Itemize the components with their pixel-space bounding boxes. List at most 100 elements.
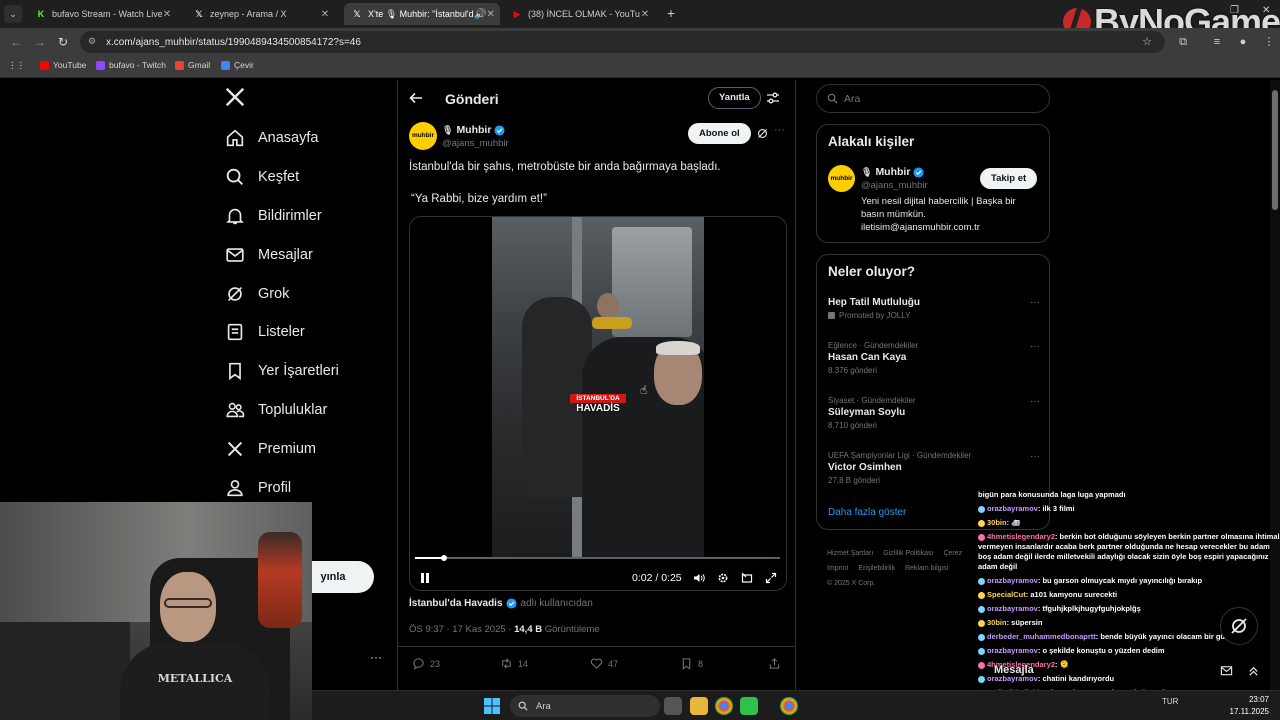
nav-communities[interactable]: Topluluklar [224,398,327,422]
chat-username[interactable]: 4hmetislegendary2 [987,532,1055,541]
fullscreen-icon[interactable] [765,572,777,584]
docking-icon[interactable] [741,572,753,584]
back-button[interactable]: ← [8,34,24,50]
chrome-icon[interactable] [780,697,798,715]
more-options-icon[interactable]: ··· [1030,341,1040,352]
chat-username[interactable]: 30bin [987,518,1007,527]
browser-tab[interactable]: ▶ (38) İNCEL OLMAK - YouTube ✕ [504,3,656,25]
repost-action[interactable]: 14 [500,657,528,670]
more-options-icon[interactable]: ··· [1030,297,1040,308]
close-icon[interactable]: ✕ [162,9,172,20]
nav-profile[interactable]: Profil [224,476,291,500]
chrome-icon[interactable] [715,697,733,715]
chevron-up-icon[interactable] [1247,664,1260,677]
show-more-link[interactable]: Daha fazla göster [828,507,906,518]
more-options-icon[interactable]: ··· [1030,396,1040,407]
tray-language[interactable]: TUR [1162,697,1178,706]
task-view-icon[interactable] [664,697,682,715]
sliders-icon[interactable] [766,91,780,105]
video-source[interactable]: İstanbul'da Havadis adlı kullanıcıdan [409,598,593,609]
browser-tab-active[interactable]: 𝕏 X'te 🎙 Muhbir: "İstanbul'd 🔊✕ [344,3,500,25]
browser-tab[interactable]: 𝕏 zeynep - Arama / X ✕ [186,3,336,25]
close-icon[interactable]: ✕ [640,9,650,20]
nav-premium[interactable]: Premium [224,437,316,461]
chat-username[interactable]: 30bin [987,618,1007,627]
close-icon[interactable]: ✕ [320,9,330,20]
footer-link[interactable]: Çerez [943,550,962,557]
bookmark-youtube[interactable]: YouTube [40,60,86,70]
extensions-icon[interactable]: ⧉ [1176,35,1190,49]
apps-icon[interactable]: ⋮⋮ [8,60,25,71]
nav-lists[interactable]: Listeler [224,320,305,344]
reply-button[interactable]: Yanıtla [708,87,761,109]
grok-floating-button[interactable] [1220,607,1258,645]
nav-explore[interactable]: Keşfet [224,165,299,189]
scrollbar-thumb[interactable] [1272,90,1278,210]
forward-button[interactable]: → [32,34,48,50]
avatar[interactable]: muhbir [828,165,855,192]
pause-icon[interactable] [419,572,431,584]
close-icon[interactable]: 🔊✕ [474,9,495,20]
site-info-icon[interactable]: ⚙ [88,36,100,48]
bookmark-action[interactable]: 8 [680,657,703,670]
volume-icon[interactable] [693,572,705,584]
footer-link[interactable]: Erişilebilirlik [858,565,895,572]
messages-drawer[interactable]: Mesajla [994,656,1260,684]
taskbar-search[interactable]: Ara [510,695,660,717]
trend-item[interactable]: Eğlence · Gündemdekiler Hasan Can Kaya 8… [828,341,1040,375]
footer-link[interactable]: Gizlilik Politikası [883,550,933,557]
more-options-icon[interactable]: ··· [1030,451,1040,462]
video-player[interactable]: İSTANBUL'DA HAVADİS ☝ 0:02 / 0:25 [409,216,787,591]
nav-home[interactable]: Anasayfa [224,126,318,150]
more-options-icon[interactable]: ··· [774,124,785,136]
settings-gear-icon[interactable] [717,572,729,584]
follow-button[interactable]: Takip et [980,168,1038,189]
video-progress-bar[interactable] [415,555,780,561]
nav-messages[interactable]: Mesajlar [224,243,313,267]
person-name[interactable]: 🎙 Muhbir [861,166,924,178]
chat-username[interactable]: derbeder_muhammedbonaprtt [987,632,1096,641]
footer-link[interactable]: Imprint [827,565,848,572]
taskbar-clock[interactable]: 23:07 17.11.2025 [1217,694,1269,718]
like-action[interactable]: 47 [590,657,618,670]
back-arrow-icon[interactable] [408,90,424,106]
grok-icon[interactable] [757,128,768,139]
trend-item[interactable]: Hep Tatil Mutluluğu Promoted by JOLLY ··… [828,297,1040,320]
file-explorer-icon[interactable] [690,697,708,715]
menu-icon[interactable]: ⋮ [1262,35,1276,49]
footer-link[interactable]: Reklam bilgisi [905,565,948,572]
chat-username[interactable]: orazbayramov [987,604,1038,613]
trend-item[interactable]: Siyaset · Gündemdekiler Süleyman Soylu 8… [828,396,1040,430]
subscribe-button[interactable]: Abone ol [688,123,751,144]
chat-username[interactable]: orazbayramov [987,646,1038,655]
tab-search-button[interactable]: ⌄ [4,5,22,23]
author-avatar[interactable]: muhbir [409,122,437,150]
browser-tab[interactable]: K bufavo Stream - Watch Live on ✕ [28,3,178,25]
bookmark-gmail[interactable]: Gmail [175,60,210,70]
search-input[interactable]: Ara [816,84,1050,113]
chat-username[interactable]: orazbayramov [987,576,1038,585]
person-handle[interactable]: @ajans_muhbir [861,180,928,191]
media-icon[interactable]: ≡ [1210,35,1224,49]
nav-grok[interactable]: Grok [224,282,289,306]
new-tab-button[interactable]: + [664,4,678,22]
reload-button[interactable]: ↻ [55,34,71,50]
bookmark-translate[interactable]: Çevir [221,60,254,70]
x-logo-icon[interactable] [224,86,248,110]
account-menu-dots[interactable]: ··· [370,650,382,664]
new-message-icon[interactable] [1220,664,1233,677]
chat-username[interactable]: orazbayramov [987,504,1038,513]
bookmark-twitch[interactable]: bufavo - Twitch [96,60,166,70]
author-name[interactable]: 🎙 Muhbir [442,124,505,136]
footer-link[interactable]: Hizmet Şartları [827,550,873,557]
chat-username[interactable]: SpecialCut [987,590,1026,599]
reply-action[interactable]: 23 [412,657,440,670]
app-icon[interactable] [740,697,758,715]
nav-bookmarks[interactable]: Yer İşaretleri [224,359,339,383]
share-action[interactable] [768,657,786,670]
video-frame[interactable]: İSTANBUL'DA HAVADİS ☝ [492,217,704,559]
star-icon[interactable]: ☆ [1140,35,1154,49]
address-bar[interactable]: ⚙ x.com/ajans_muhbir/status/199048943450… [80,31,1165,53]
profile-avatar-icon[interactable]: ● [1236,35,1250,49]
video-progress-handle[interactable] [441,555,448,561]
